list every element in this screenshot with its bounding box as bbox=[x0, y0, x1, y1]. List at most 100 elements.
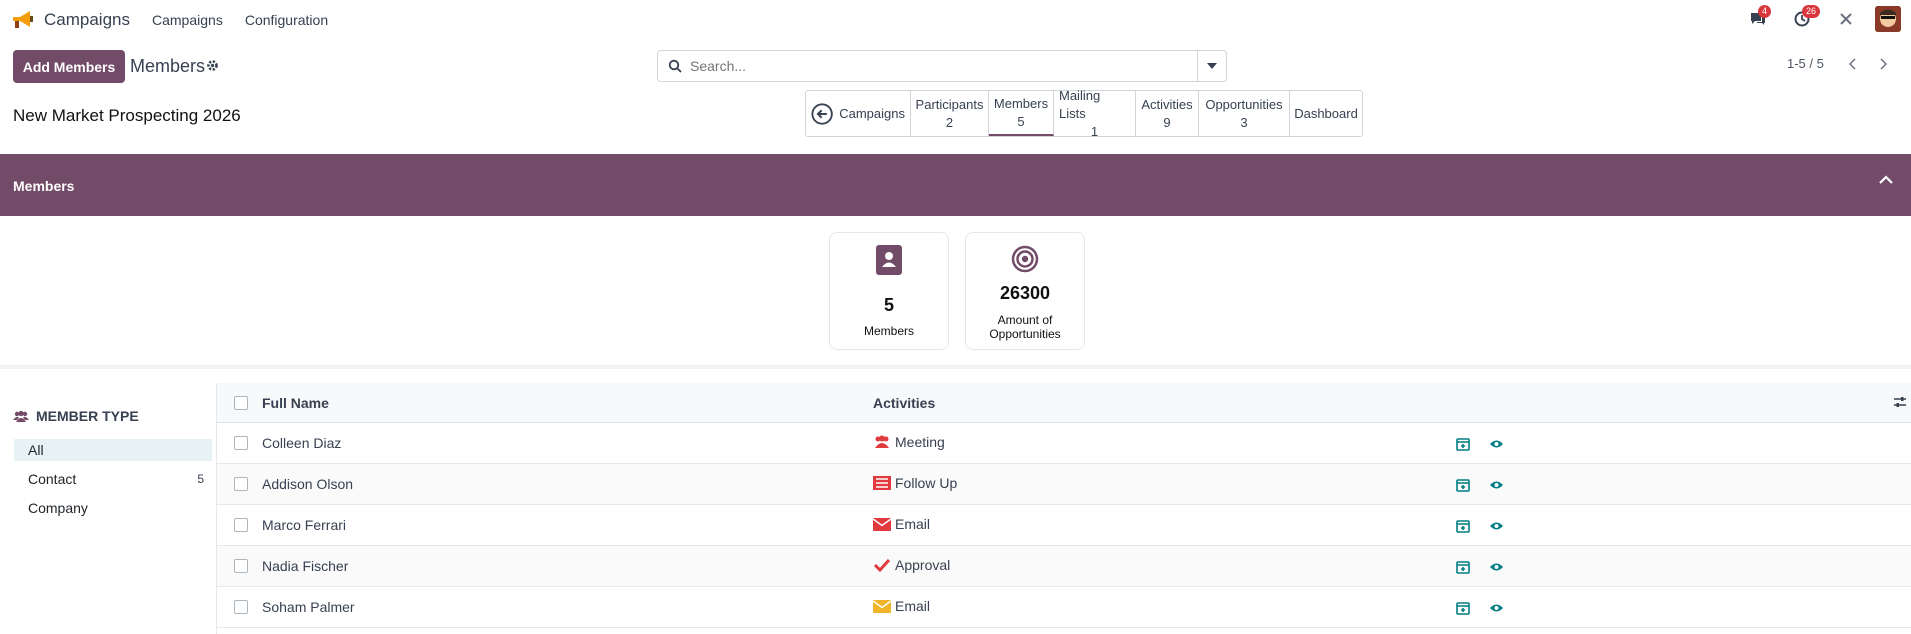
add-members-button[interactable]: Add Members bbox=[13, 50, 125, 83]
eye-icon bbox=[1489, 604, 1503, 612]
eye-icon bbox=[1489, 440, 1503, 448]
calendar-plus-icon bbox=[1456, 561, 1470, 574]
activities-button[interactable]: 26 bbox=[1789, 5, 1821, 32]
pager-previous-button[interactable] bbox=[1838, 52, 1866, 76]
menu-configuration[interactable]: Configuration bbox=[245, 12, 328, 28]
table-row[interactable]: Nadia Fischer Approval bbox=[217, 546, 1911, 587]
activity-cell[interactable]: Meeting bbox=[873, 434, 945, 450]
members-section-header[interactable]: Members bbox=[0, 154, 1911, 216]
view-button[interactable] bbox=[1487, 517, 1505, 535]
activities-smart-button[interactable]: Activities 9 bbox=[1136, 91, 1199, 136]
schedule-activity-button[interactable] bbox=[1454, 435, 1472, 453]
activity-label: Email bbox=[895, 516, 931, 532]
optional-columns-icon[interactable] bbox=[1893, 395, 1907, 409]
chevron-up-icon[interactable] bbox=[1879, 175, 1893, 185]
participants-button[interactable]: Participants 2 bbox=[911, 91, 989, 136]
calendar-plus-icon bbox=[1456, 520, 1470, 533]
filter-all[interactable]: All bbox=[14, 439, 212, 461]
row-checkbox[interactable] bbox=[234, 477, 248, 491]
gear-icon[interactable] bbox=[206, 59, 219, 72]
envelope-icon bbox=[873, 598, 891, 614]
calendar-plus-icon bbox=[1456, 438, 1470, 451]
back-button-label: Campaigns bbox=[839, 105, 905, 121]
activity-cell[interactable]: Email bbox=[873, 516, 930, 532]
view-button[interactable] bbox=[1487, 476, 1505, 494]
address-book-icon bbox=[876, 245, 902, 275]
view-button[interactable] bbox=[1487, 599, 1505, 617]
view-button[interactable] bbox=[1487, 435, 1505, 453]
pager-next-button[interactable] bbox=[1870, 52, 1898, 76]
activity-label: Meeting bbox=[895, 434, 945, 450]
table-row[interactable]: Soham Palmer Email bbox=[217, 587, 1911, 628]
member-name: Nadia Fischer bbox=[262, 558, 349, 574]
smart-button-box: Campaigns Participants 2 Members 5 Maili… bbox=[805, 88, 1363, 139]
schedule-activity-button[interactable] bbox=[1454, 599, 1472, 617]
opportunities-button[interactable]: Opportunities 3 bbox=[1199, 91, 1290, 136]
members-stat-card[interactable]: 5 Members bbox=[829, 232, 949, 350]
calendar-plus-icon bbox=[1456, 479, 1470, 492]
dashboard-label: Dashboard bbox=[1294, 105, 1358, 121]
tools-icon bbox=[1840, 13, 1852, 25]
section-divider bbox=[0, 365, 1911, 369]
schedule-activity-button[interactable] bbox=[1454, 517, 1472, 535]
activity-cell[interactable]: Email bbox=[873, 598, 930, 614]
table-row[interactable]: Colleen Diaz Meeting bbox=[217, 423, 1911, 464]
opportunities-count: 3 bbox=[1240, 114, 1248, 130]
mailing-lists-button[interactable]: Mailing Lists 1 bbox=[1054, 88, 1136, 139]
app-name[interactable]: Campaigns bbox=[44, 10, 130, 30]
debug-tools-button[interactable] bbox=[1833, 6, 1859, 32]
caret-down-icon bbox=[1207, 63, 1217, 69]
schedule-activity-button[interactable] bbox=[1454, 476, 1472, 494]
activities-count: 9 bbox=[1163, 114, 1171, 130]
activity-cell[interactable]: Follow Up bbox=[873, 475, 957, 491]
filter-count: 5 bbox=[197, 472, 204, 486]
column-full-name[interactable]: Full Name bbox=[262, 395, 329, 411]
view-button[interactable] bbox=[1487, 558, 1505, 576]
search-panel: MEMBER TYPE All Contact 5 Company bbox=[0, 383, 216, 634]
activity-label: Approval bbox=[895, 557, 951, 573]
envelope-icon bbox=[873, 516, 891, 532]
member-name: Soham Palmer bbox=[262, 599, 355, 615]
eye-icon bbox=[1489, 522, 1503, 530]
main-navbar: Campaigns Campaigns Configuration 4 26 bbox=[0, 0, 1911, 40]
members-count: 5 bbox=[1017, 113, 1025, 129]
row-checkbox[interactable] bbox=[234, 559, 248, 573]
check-icon bbox=[873, 557, 891, 573]
members-stat-label: Members bbox=[863, 324, 914, 338]
opportunities-stat-card[interactable]: 26300 Amount of Opportunities bbox=[965, 232, 1085, 350]
search-options-toggle[interactable] bbox=[1197, 51, 1226, 81]
messages-button[interactable]: 4 bbox=[1745, 5, 1772, 32]
table-row[interactable]: Marco Ferrari Email bbox=[217, 505, 1911, 546]
users-icon bbox=[13, 410, 29, 422]
app-brand[interactable]: Campaigns bbox=[10, 9, 130, 31]
activity-cell[interactable]: Approval bbox=[873, 557, 950, 573]
row-checkbox[interactable] bbox=[234, 436, 248, 450]
pager-value[interactable]: 1-5 / 5 bbox=[1787, 56, 1824, 71]
filter-contact[interactable]: Contact 5 bbox=[14, 468, 212, 490]
participants-label: Participants bbox=[915, 96, 984, 112]
mailing-lists-count: 1 bbox=[1090, 123, 1099, 139]
opportunities-label: Opportunities bbox=[1205, 96, 1283, 112]
column-activities[interactable]: Activities bbox=[873, 395, 935, 411]
participants-count: 2 bbox=[945, 114, 954, 130]
search-input[interactable] bbox=[690, 58, 1190, 74]
member-type-label: MEMBER TYPE bbox=[36, 408, 139, 424]
row-checkbox[interactable] bbox=[234, 518, 248, 532]
members-stat-value: 5 bbox=[883, 295, 894, 315]
back-to-campaigns-button[interactable]: Campaigns bbox=[806, 91, 911, 136]
bullseye-icon bbox=[1011, 245, 1039, 273]
members-button[interactable]: Members 5 bbox=[989, 91, 1054, 136]
schedule-activity-button[interactable] bbox=[1454, 558, 1472, 576]
dashboard-button[interactable]: Dashboard bbox=[1290, 91, 1362, 136]
opportunities-stat-label-line2: Opportunities bbox=[989, 327, 1061, 341]
activity-label: Email bbox=[895, 598, 931, 614]
search-icon bbox=[668, 59, 682, 73]
filter-company[interactable]: Company bbox=[14, 497, 212, 519]
avatar-icon bbox=[1875, 6, 1901, 32]
row-checkbox[interactable] bbox=[234, 600, 248, 614]
filter-label: Contact bbox=[28, 471, 77, 487]
user-avatar[interactable] bbox=[1875, 6, 1901, 32]
table-row[interactable]: Addison Olson Follow Up bbox=[217, 464, 1911, 505]
menu-campaigns[interactable]: Campaigns bbox=[152, 12, 223, 28]
select-all-checkbox[interactable] bbox=[234, 396, 248, 410]
